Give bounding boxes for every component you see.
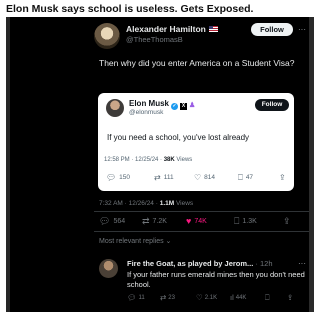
x-affiliate-icon: X	[180, 103, 188, 110]
video-headline: Elon Musk says school is useless. Gets E…	[6, 3, 254, 15]
quoted-author-handle[interactable]: @elonmusk	[129, 109, 163, 116]
author-handle[interactable]: @TheeThomasB	[126, 35, 183, 44]
video-frame-left	[6, 17, 10, 312]
follow-button[interactable]: Follow	[251, 23, 293, 36]
bookmark-icon: ⎕	[265, 293, 270, 302]
quoted-bookmark-button[interactable]: ⎕ 47	[238, 173, 253, 183]
reply-more-options-icon[interactable]: ···	[298, 259, 306, 268]
heart-icon: ♡	[194, 173, 202, 182]
reply-repost-button[interactable]: ⇄ 23	[160, 293, 175, 302]
author-avatar[interactable]	[94, 23, 120, 49]
quoted-tweet-card[interactable]: Elon Musk ✓ X ♟ @elonmusk Follow If you nee…	[98, 93, 294, 191]
quoted-action-bar: 💬︎ 150 ⇄ 111 ♡ 814 ⎕ 47 ⇪	[98, 173, 294, 185]
share-icon: ⇪	[279, 173, 286, 182]
reply-reply-button[interactable]: 💬︎ 11	[127, 293, 145, 302]
reply-icon: 💬︎	[99, 216, 111, 226]
tweet-text: Then why did you enter America on a Stud…	[99, 58, 295, 68]
tweet-meta: 7:32 AM · 12/26/24 · 1.1M Views	[99, 200, 194, 207]
reply-time: · 12h	[255, 259, 273, 268]
author-name[interactable]: Alexander Hamilton	[126, 24, 218, 34]
reply-text: If your father runs emerald mines then y…	[127, 270, 305, 289]
views-icon: ıl	[230, 293, 234, 302]
reply-author-name[interactable]: Fire the Goat, as played by Jerom... · 1…	[127, 259, 273, 268]
quoted-follow-button[interactable]: Follow	[255, 99, 289, 111]
reply-icon: 💬︎	[127, 293, 137, 302]
reply-share-button[interactable]: ⇪	[287, 293, 295, 302]
reply-button[interactable]: 💬︎ 564	[99, 216, 125, 227]
quoted-repost-button[interactable]: ⇄ 111	[154, 173, 174, 182]
bookmark-button[interactable]: ⎕ 1.3K	[234, 216, 257, 227]
share-icon: ⇪	[287, 293, 294, 302]
divider	[94, 211, 309, 212]
reply-author-avatar[interactable]	[99, 259, 118, 278]
heart-icon: ♡	[196, 293, 203, 302]
quoted-tweet-meta: 12:58 PM · 12/25/24 · 38K Views	[104, 157, 193, 163]
chevron-down-icon: ⌄	[165, 238, 172, 245]
reply-like-button[interactable]: ♡ 2.1K	[196, 293, 217, 302]
share-button[interactable]: ⇪	[283, 216, 294, 227]
quoted-reply-button[interactable]: 💬︎ 150	[106, 173, 130, 182]
verified-badge-icon: ✓	[171, 103, 179, 110]
repost-button[interactable]: ⇄ 7.2K	[142, 216, 167, 227]
bookmark-icon: ⎕	[234, 216, 240, 226]
reply-bookmark-button[interactable]: ⎕	[265, 293, 272, 303]
quoted-share-button[interactable]: ⇪	[279, 173, 289, 182]
divider	[94, 231, 309, 232]
us-flag-icon	[208, 26, 218, 32]
repost-icon: ⇄	[154, 173, 161, 182]
video-frame-right	[309, 17, 314, 312]
reply-views-button[interactable]: ıl 44K	[230, 293, 246, 302]
repost-icon: ⇄	[160, 293, 167, 302]
person-badge-icon: ♟	[189, 102, 196, 109]
quoted-like-button[interactable]: ♡ 814	[194, 173, 215, 182]
heart-filled-icon: ♥	[186, 216, 192, 226]
relevant-replies-dropdown[interactable]: Most relevant replies ⌄	[99, 237, 171, 245]
bookmark-icon: ⎕	[238, 173, 243, 182]
more-options-icon[interactable]: ···	[298, 25, 306, 34]
repost-icon: ⇄	[142, 216, 150, 226]
reply-icon: 💬︎	[106, 173, 117, 182]
quoted-tweet-text: If you need a school, you've lost alread…	[107, 133, 250, 142]
like-button[interactable]: ♥ 74K	[186, 216, 207, 226]
quoted-author-avatar[interactable]	[106, 99, 124, 117]
share-icon: ⇪	[283, 216, 291, 226]
